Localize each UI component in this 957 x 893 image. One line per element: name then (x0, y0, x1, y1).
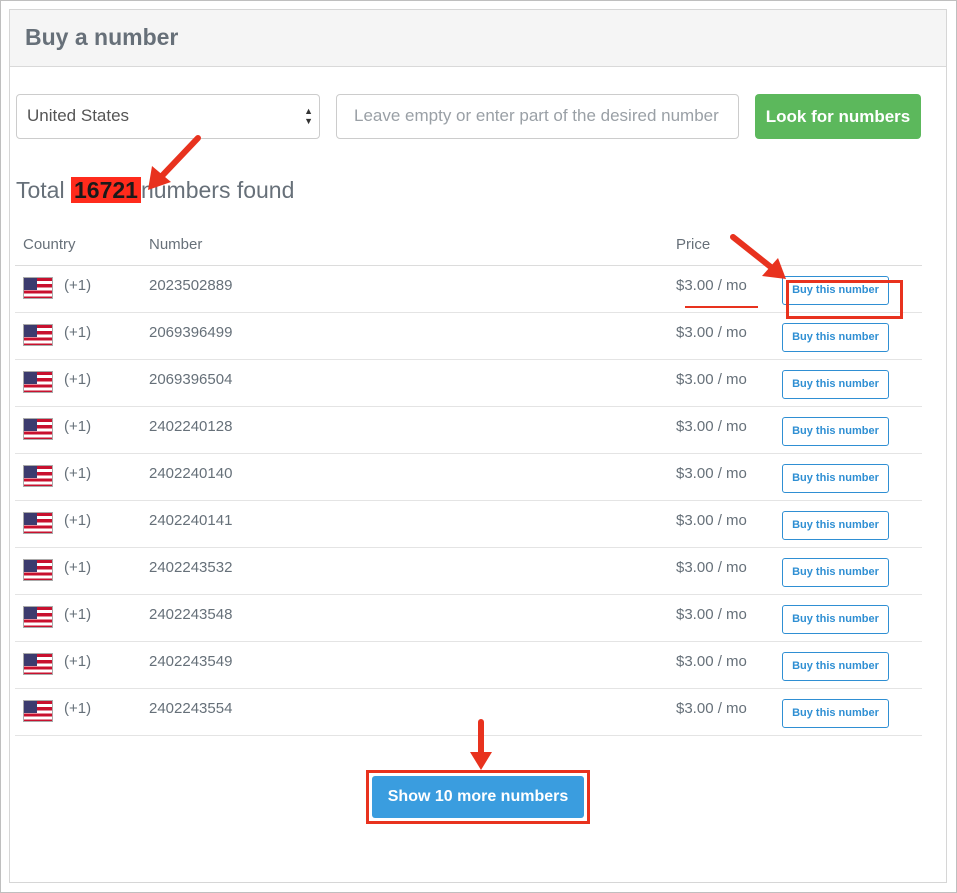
red-arrow-icon (470, 719, 492, 770)
annotation-arrows (148, 135, 786, 770)
red-arrow-icon (730, 234, 786, 279)
red-arrow-icon (148, 135, 201, 190)
